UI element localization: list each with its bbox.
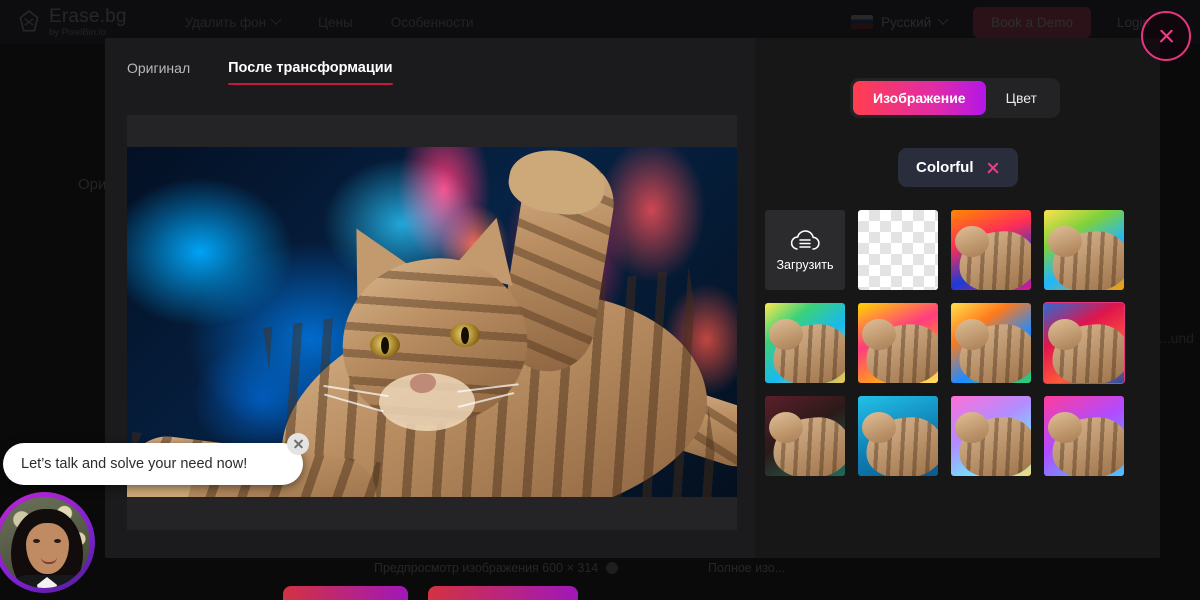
background-right-text: ...und [1158,330,1194,346]
logo-subtitle: by PixelBin.io [49,26,107,38]
nav-item-pricing[interactable]: Цены [318,15,353,30]
thumbnail-teal-1[interactable] [858,396,938,476]
chevron-down-icon [937,13,949,25]
cat-eye-right [450,323,480,347]
nav-label: Цены [318,14,353,30]
thumbnail-colorful-2[interactable] [1044,210,1124,290]
chat-avatar[interactable] [0,492,95,593]
site-logo[interactable]: Erase.bg by PixelBin.io [16,7,127,38]
chat-message-text: Let’s talk and solve your need now! [21,456,248,472]
tab-after-transformation[interactable]: После трансформации [228,60,394,85]
close-icon[interactable] [287,433,309,455]
upload-tile[interactable]: Загрузить [765,210,845,290]
preview-info-label: Предпросмотр изображения 600 × 314 [374,561,599,575]
background-preview-info: Предпросмотр изображения 600 × 314 [374,561,619,575]
close-icon [1158,28,1175,45]
close-icon[interactable] [986,161,1000,175]
background-full-resolution-label: Полное изо... [708,561,786,575]
segment-color[interactable]: Цвет [986,81,1057,115]
language-label: Русский [881,14,932,30]
book-demo-button[interactable]: Book a Demo [973,6,1091,38]
chevron-down-icon [270,13,282,25]
main-nav: Удалить фон Цены Особенности [184,13,474,30]
thumbnail-pastel-1[interactable] [951,396,1031,476]
background-thumbnail-grid: Загрузить [765,210,1125,476]
chip-label: Colorful [916,159,974,176]
upload-label: Загрузить [776,257,834,272]
thumbnail-dark-1[interactable] [765,396,845,476]
header-right: Русский Book a Demo Login [851,6,1190,38]
russian-flag-icon [851,15,874,29]
thumbnail-colorful-6-selected[interactable] [1043,302,1125,384]
nav-item-remove-background[interactable]: Удалить фон [184,13,282,30]
background-download-hd-button[interactable] [428,586,578,600]
info-icon[interactable] [606,562,619,574]
segment-image[interactable]: Изображение [853,81,986,115]
nav-label: Особенности [390,14,474,30]
thumbnail-colorful-1[interactable] [951,210,1031,290]
background-options-panel: Изображение Цвет Colorful Загрузить [755,38,1160,558]
screen: Erase.bg by PixelBin.io Удалить фон Цены… [0,0,1200,600]
tab-original[interactable]: Оригинал [127,60,190,85]
thumbnail-colorful-4[interactable] [858,303,938,383]
logo-title: Erase.bg [49,5,127,27]
chat-message-bubble[interactable]: Let’s talk and solve your need now! [3,433,309,485]
close-modal-button[interactable] [1141,11,1191,61]
background-download-button[interactable] [283,586,408,600]
language-selector[interactable]: Русский [851,13,949,30]
avatar [0,497,90,588]
source-segmented-control: Изображение Цвет [850,78,1060,118]
thumbnail-colorful-3[interactable] [765,303,845,383]
thumbnail-transparent[interactable] [858,210,938,290]
erasebg-logo-icon [19,9,39,32]
preview-tabs: Оригинал После трансформации [105,38,755,85]
thumbnail-colorful-5[interactable] [951,303,1031,383]
nav-item-features[interactable]: Особенности [391,15,474,30]
cloud-upload-icon [790,229,820,250]
nav-label: Удалить фон [184,14,267,30]
cat-eye-left [370,333,400,357]
selected-category-chip[interactable]: Colorful [898,148,1018,187]
thumbnail-pink-1[interactable] [1044,396,1124,476]
